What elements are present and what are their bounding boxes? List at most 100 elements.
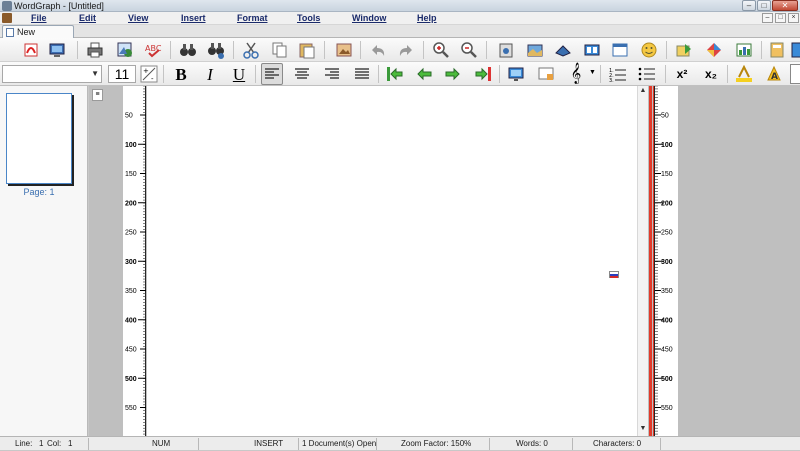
print-preview-button[interactable] <box>46 39 68 61</box>
menu-view[interactable]: View <box>128 12 148 25</box>
document-close-button[interactable]: × <box>788 13 799 23</box>
menu-file[interactable]: File <box>31 12 47 25</box>
toolbar-separator <box>170 41 171 59</box>
emoticon-button[interactable] <box>638 39 660 61</box>
outdent-button[interactable] <box>384 63 406 85</box>
numbered-list-button[interactable]: 1. 2. 3. <box>607 63 629 85</box>
chevron-down-icon[interactable]: ▼ <box>589 69 596 76</box>
pdf-export-button[interactable] <box>20 39 42 61</box>
italic-button[interactable]: I <box>199 63 221 85</box>
calculator-button[interactable] <box>766 39 788 61</box>
print-button[interactable] <box>84 39 106 61</box>
tab-new-document[interactable]: New Document <box>2 25 74 50</box>
more-tools-button[interactable] <box>786 39 800 61</box>
redo-button[interactable] <box>395 39 417 61</box>
page-properties-icon[interactable]: ≡ <box>92 89 103 101</box>
page-setup-button[interactable] <box>552 39 574 61</box>
subscript-button[interactable]: x₂ <box>700 63 722 85</box>
form-field-icon <box>538 67 554 80</box>
pages-panel: Page: 1 <box>0 86 88 436</box>
superscript-button[interactable]: x² <box>671 63 693 85</box>
menu-insert[interactable]: Insert <box>181 12 206 25</box>
status-separator <box>489 438 490 450</box>
zoom-in-button[interactable] <box>430 39 452 61</box>
ruler-right-ticks: 50 100 150 200 250 300 350 400 450 500 550 <box>655 85 673 435</box>
increase-indent-button[interactable] <box>442 63 464 85</box>
media-button[interactable] <box>581 39 603 61</box>
numbered-list-icon: 1.2.3. <box>609 68 626 82</box>
outdent-icon <box>387 67 403 81</box>
document-menu-icon[interactable] <box>2 13 12 23</box>
insert-picture-button[interactable] <box>333 39 355 61</box>
copy-icon <box>272 42 287 58</box>
font-color-button[interactable]: A <box>763 63 785 85</box>
language-flag-icon[interactable] <box>609 271 619 278</box>
bold-button[interactable]: B <box>170 63 192 85</box>
chart-button[interactable] <box>733 39 755 61</box>
document-minimize-button[interactable]: – <box>762 13 773 23</box>
find-replace-button[interactable] <box>205 39 227 61</box>
font-size-combo[interactable]: 11 <box>108 65 136 83</box>
chart-icon <box>736 43 752 57</box>
undo-button[interactable] <box>367 39 389 61</box>
toolbar-separator <box>378 65 379 83</box>
insert-field-button[interactable] <box>535 63 557 85</box>
camera-button[interactable] <box>495 39 517 61</box>
underline-button[interactable]: U <box>228 63 250 85</box>
zoom-out-button[interactable] <box>458 39 480 61</box>
spellcheck-button[interactable]: ABC <box>142 39 164 61</box>
menu-help[interactable]: Help <box>417 12 437 25</box>
toolbar-separator <box>255 65 256 83</box>
web-icon <box>612 43 628 57</box>
chevron-down-icon[interactable]: ▼ <box>91 69 99 78</box>
maximize-button[interactable]: □ <box>757 0 771 11</box>
page-scrollbar[interactable]: ▲ ▼ <box>637 86 648 436</box>
menu-format[interactable]: Format <box>237 12 268 25</box>
menu-tools[interactable]: Tools <box>297 12 320 25</box>
find-button[interactable] <box>177 39 199 61</box>
document-restore-button[interactable]: □ <box>775 13 786 23</box>
indent-button[interactable] <box>472 63 494 85</box>
toolbar-overflow[interactable] <box>790 64 800 84</box>
highlight-color-button[interactable] <box>733 63 755 85</box>
screen-capture-button[interactable] <box>505 63 527 85</box>
close-button[interactable]: ✕ <box>772 0 798 11</box>
ruler-tick-label: 50 <box>661 113 669 120</box>
subscript-label: x₂ <box>704 67 717 81</box>
grow-font-button[interactable]: + - <box>138 63 160 85</box>
menu-edit[interactable]: Edit <box>79 12 96 25</box>
align-left-button[interactable] <box>261 63 283 85</box>
ruler-tick-label: 350 <box>661 288 673 295</box>
paste-button[interactable] <box>296 39 318 61</box>
toolbar-separator <box>665 65 666 83</box>
app-icon[interactable] <box>2 1 12 11</box>
cut-button[interactable] <box>240 39 262 61</box>
document-page[interactable] <box>147 86 637 436</box>
minimize-button[interactable]: – <box>742 0 756 11</box>
page-thumbnail[interactable] <box>6 93 72 184</box>
bold-label: B <box>175 64 187 84</box>
font-name-combo[interactable]: ▼ <box>2 65 102 83</box>
web-button[interactable] <box>609 39 631 61</box>
music-symbol-button[interactable]: 𝄞 <box>565 63 587 85</box>
export-button[interactable] <box>673 39 695 61</box>
justify-button[interactable] <box>351 63 373 85</box>
scroll-up-arrow-icon[interactable]: ▲ <box>638 87 648 97</box>
align-left-icon <box>265 68 279 79</box>
menu-window[interactable]: Window <box>352 12 386 25</box>
bullet-list-button[interactable] <box>636 63 658 85</box>
copy-button[interactable] <box>268 39 290 61</box>
decrease-indent-button[interactable] <box>413 63 435 85</box>
workspace-margin-right <box>678 86 800 436</box>
photo-button[interactable] <box>524 39 546 61</box>
scroll-down-arrow-icon[interactable]: ▼ <box>638 425 648 435</box>
ruler-tick-label: 500 <box>125 376 137 383</box>
align-right-icon <box>325 68 339 79</box>
shapes-button[interactable] <box>703 39 725 61</box>
image-button[interactable] <box>114 39 136 61</box>
font-color-icon: A <box>767 65 781 82</box>
align-center-button[interactable] <box>291 63 313 85</box>
status-bar: Line: 1 Col: 1 NUM INSERT 1 Document(s) … <box>0 436 800 450</box>
ruler-tick-label: 400 <box>125 317 137 324</box>
align-right-button[interactable] <box>321 63 343 85</box>
